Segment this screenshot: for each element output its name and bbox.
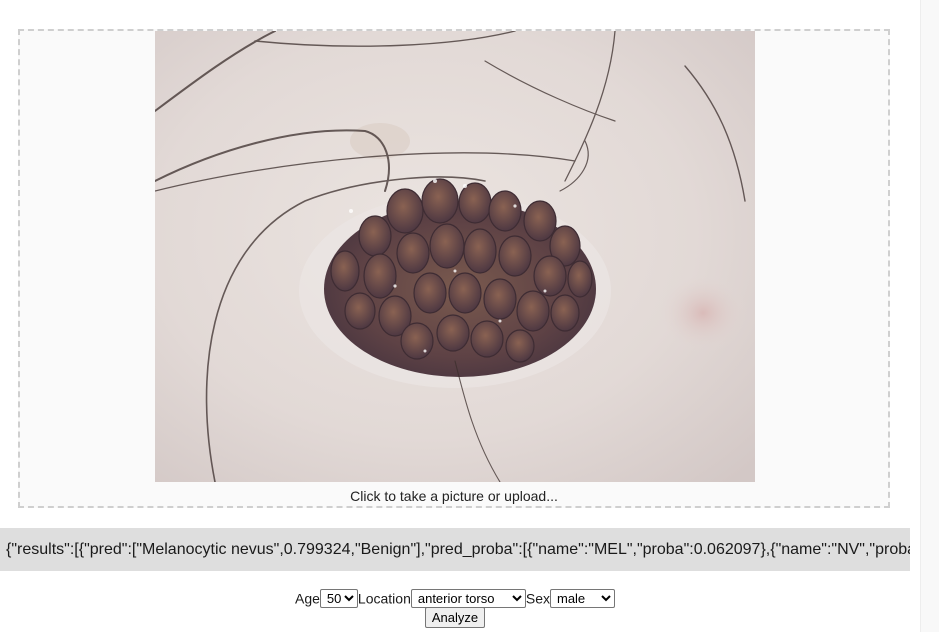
page: Click to take a picture or upload... {"r…: [0, 0, 939, 632]
upload-caption[interactable]: Click to take a picture or upload...: [20, 488, 888, 504]
location-select[interactable]: anterior torso: [410, 588, 526, 608]
prediction-result-box: {"results":[{"pred":["Melanocytic nevus"…: [0, 528, 910, 571]
skin-lesion-preview-image: [155, 31, 755, 482]
vertical-scrollbar[interactable]: [920, 0, 939, 632]
age-select[interactable]: 50: [319, 588, 358, 608]
prediction-result-text: {"results":[{"pred":["Melanocytic nevus"…: [6, 541, 910, 558]
age-label: Age: [295, 590, 320, 607]
analyze-button[interactable]: Analyze: [424, 607, 486, 628]
location-label: Location: [357, 590, 411, 607]
sex-label: Sex: [525, 590, 550, 607]
analyze-row: Analyze: [0, 607, 910, 628]
image-upload-dropzone[interactable]: Click to take a picture or upload...: [18, 29, 890, 508]
sex-select[interactable]: male: [549, 588, 615, 608]
patient-info-form: Age 50 Location anterior torso Sex male: [0, 587, 910, 608]
